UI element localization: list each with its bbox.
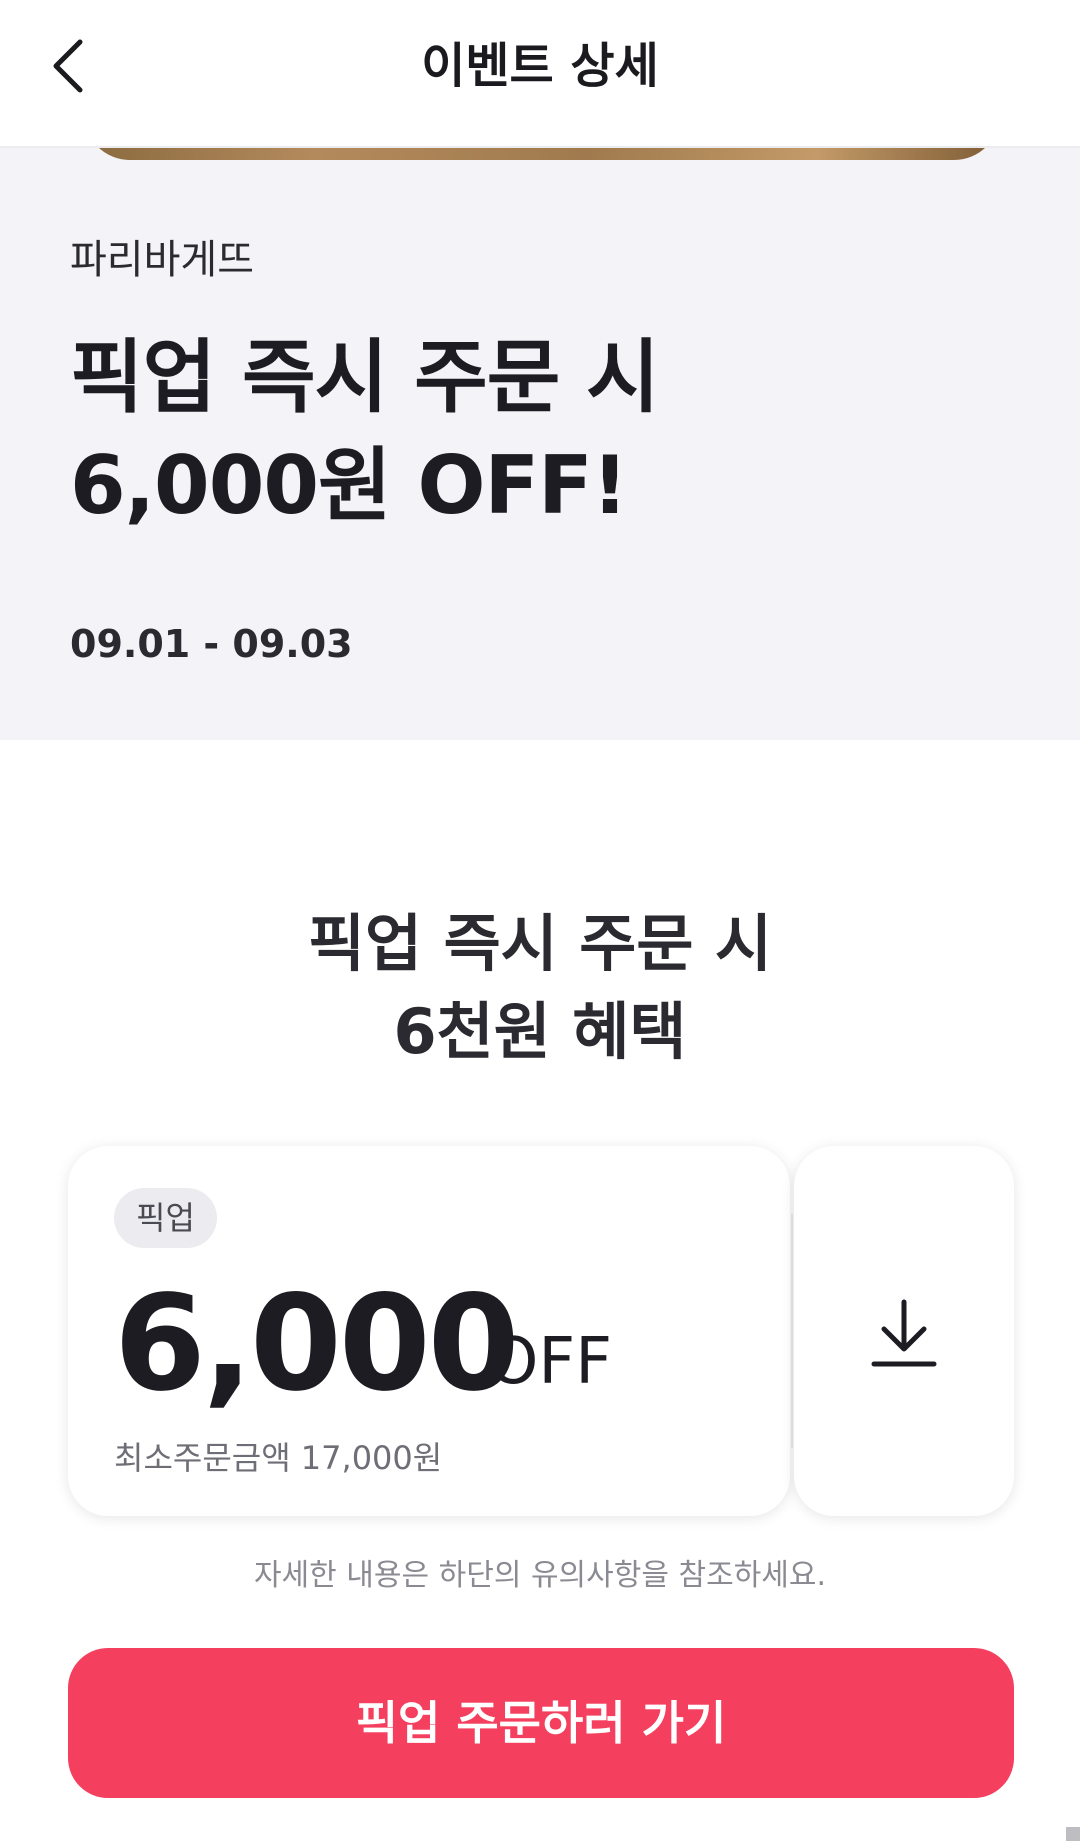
coupon-unit: OFF (488, 1325, 612, 1399)
brand-name: 파리바게뜨 (70, 237, 254, 283)
coupon-amount: 6,000 (114, 1267, 520, 1421)
coupon-info: 픽업 6,000 OFF 최소주문금액 17,000원 (68, 1146, 790, 1516)
top-app-bar: 이벤트 상세 (0, 0, 1080, 148)
event-title-line2: 6,000원 OFF! (70, 439, 628, 532)
coupon-divider (791, 1214, 793, 1448)
event-banner-image (84, 148, 1000, 160)
notice-text: 자세한 내용은 하단의 유의사항을 참조하세요. (253, 1558, 827, 1593)
download-icon (866, 1296, 942, 1372)
coupon-download-button[interactable] (794, 1146, 1014, 1516)
coupon-card: 픽업 6,000 OFF 최소주문금액 17,000원 (68, 1146, 1014, 1516)
benefit-heading-line1: 픽업 즉시 주문 시 (307, 907, 773, 980)
scroll-indicator (1066, 1827, 1080, 1841)
benefit-heading: 픽업 즉시 주문 시 6천원 혜택 (0, 900, 1080, 1076)
min-order-amount: 최소주문금액 17,000원 (114, 1439, 443, 1477)
event-date-range: 09.01 - 09.03 (70, 622, 353, 666)
event-title-line1: 픽업 즉시 주문 시 (70, 331, 660, 424)
page-title: 이벤트 상세 (421, 38, 659, 94)
event-hero: 파리바게뜨 픽업 즉시 주문 시 6,000원 OFF! 09.01 - 09.… (0, 148, 1080, 740)
event-title: 픽업 즉시 주문 시 6,000원 OFF! (70, 324, 970, 540)
pickup-order-button[interactable]: 픽업 주문하러 가기 (68, 1648, 1014, 1798)
pickup-badge: 픽업 (114, 1188, 217, 1248)
benefit-heading-line2: 6천원 혜택 (393, 995, 687, 1068)
